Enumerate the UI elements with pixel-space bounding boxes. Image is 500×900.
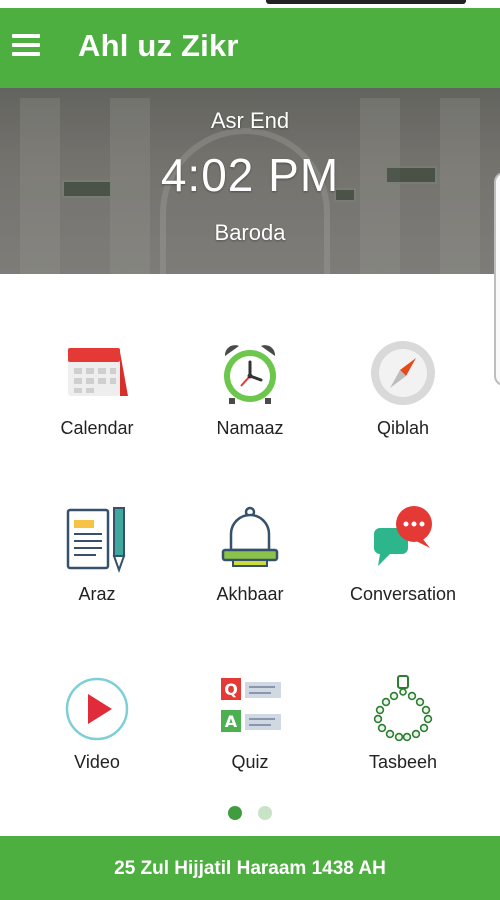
- play-icon: [65, 677, 129, 741]
- tile-label: Quiz: [231, 752, 269, 772]
- tile-label: Namaaz: [216, 418, 284, 438]
- tile-label: Conversation: [349, 584, 457, 604]
- quiz-qa-icon: Q A: [221, 678, 281, 732]
- tile-label: Video: [74, 752, 120, 772]
- page-indicator: [0, 806, 500, 825]
- prayer-label: Asr End: [210, 108, 290, 133]
- status-bar: [0, 0, 500, 8]
- svg-text:Q: Q: [224, 680, 238, 699]
- tile-akhbaar[interactable]: Akhbaar: [167, 504, 333, 654]
- tile-label: Akhbaar: [216, 584, 284, 604]
- tile-calendar[interactable]: Calendar: [14, 338, 180, 488]
- tile-label: Qiblah: [376, 418, 430, 438]
- calendar-icon: [68, 348, 128, 396]
- page-dot-active[interactable]: [227, 806, 242, 820]
- tile-label: Araz: [78, 584, 116, 604]
- prayer-city: Baroda: [214, 220, 286, 245]
- page-dot-inactive[interactable]: [258, 806, 273, 820]
- tile-video[interactable]: Video: [14, 674, 180, 824]
- alarm-clock-icon: [224, 345, 276, 404]
- app-title: Ahl uz Zikr: [78, 28, 239, 63]
- tile-quiz[interactable]: Q A Quiz: [167, 674, 333, 824]
- prayer-time: 4:02 PM: [160, 149, 340, 201]
- app-bar: Ahl uz Zikr: [0, 8, 500, 88]
- svg-text:A: A: [225, 712, 238, 731]
- tile-namaaz[interactable]: Namaaz: [167, 338, 333, 488]
- hijri-date: 25 Zul Hijjatil Haraam 1438 AH: [114, 858, 386, 879]
- footer-bar: 25 Zul Hijjatil Haraam 1438 AH: [0, 836, 500, 900]
- tile-label: Tasbeeh: [368, 752, 438, 772]
- compass-icon: [371, 341, 435, 405]
- tile-conversation[interactable]: Conversation: [320, 504, 486, 654]
- prayer-beads-icon: [373, 675, 433, 742]
- tile-tasbeeh[interactable]: Tasbeeh: [320, 674, 486, 824]
- chat-bubbles-icon: [374, 506, 432, 566]
- hamburger-menu-icon[interactable]: [12, 34, 40, 58]
- tile-araz[interactable]: Araz: [14, 504, 180, 654]
- tile-label: Calendar: [60, 418, 134, 438]
- document-pen-icon: [66, 507, 126, 573]
- edge-panel-handle[interactable]: [494, 172, 500, 386]
- tile-qiblah[interactable]: Qiblah: [320, 338, 486, 488]
- bell-icon: [221, 506, 279, 567]
